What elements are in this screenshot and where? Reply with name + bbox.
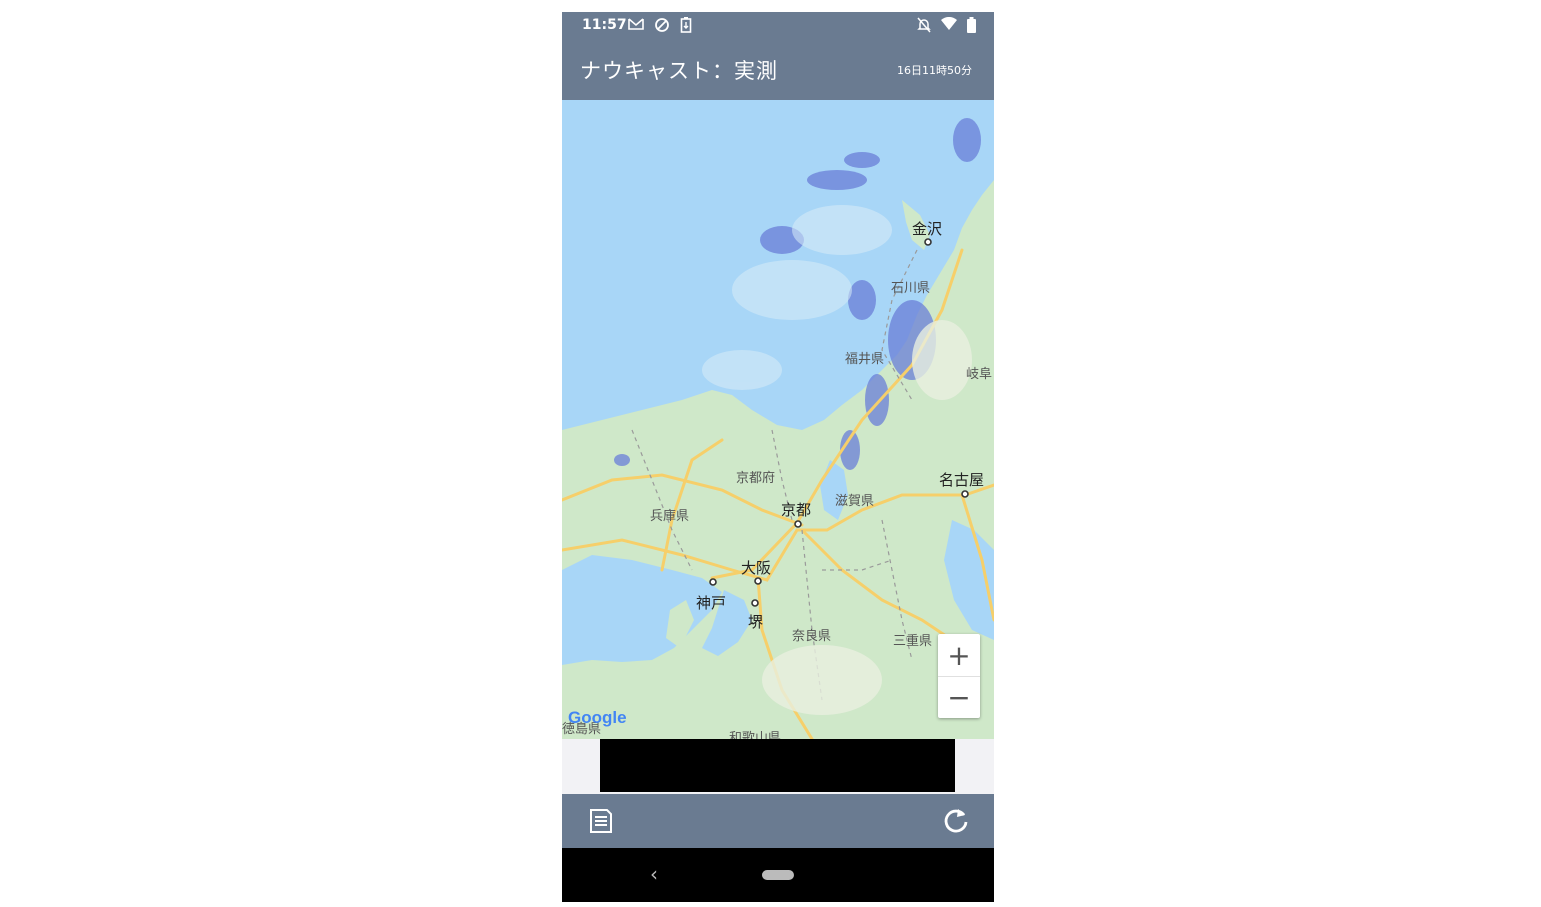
system-nav-bar: ‹ <box>562 848 994 902</box>
google-logo-text: Google <box>568 708 627 727</box>
home-button[interactable] <box>762 870 794 880</box>
mail-icon <box>628 18 644 30</box>
map-label-fukui: 福井県 <box>845 352 885 367</box>
list-icon[interactable] <box>588 808 614 834</box>
map-label-kyotofu: 京都府 <box>736 471 776 486</box>
ad-banner[interactable] <box>600 739 955 792</box>
zoom-control: + − <box>938 634 980 718</box>
rain-radar-map[interactable]: 金沢 石川県 福井県 岐阜 京都府 名古屋 兵庫県 京都 滋賀県 大阪 神戸 堺… <box>562 100 994 739</box>
map-label-mie: 三重県 <box>893 634 933 649</box>
map-label-kanazawa: 金沢 <box>912 220 943 238</box>
zoom-in-button[interactable]: + <box>938 634 980 677</box>
map-label-hyogo: 兵庫県 <box>650 509 690 524</box>
map-label-osaka: 大阪 <box>741 559 772 577</box>
map-label-sakai: 堺 <box>748 613 764 631</box>
zoom-out-button[interactable]: − <box>938 676 980 718</box>
status-time: 11:57 <box>582 17 627 33</box>
status-bar: 11:57 <box>562 12 994 40</box>
map-label-nara: 奈良県 <box>792 629 832 644</box>
map-label-shiga: 滋賀県 <box>835 494 875 509</box>
map-label-kyoto: 京都 <box>781 501 812 519</box>
app-bar: ナウキャスト：実測 16日11時50分 <box>562 40 994 100</box>
phone-screen: 11:57 ナウキャスト：実測 16日11時50分 金沢 石川県 福井県 岐阜 … <box>562 12 994 902</box>
map-label-nagoya: 名古屋 <box>939 471 985 489</box>
map-label-gifu: 岐阜 <box>966 367 993 382</box>
refresh-icon[interactable] <box>942 806 970 834</box>
wifi-icon <box>941 17 957 30</box>
map-label-ishikawa: 石川県 <box>891 281 931 296</box>
battery-icon <box>967 17 976 33</box>
bottom-toolbar <box>562 794 994 848</box>
google-logo: Google <box>568 708 627 728</box>
page-title: ナウキャスト：実測 <box>580 59 778 83</box>
map-label-wakayama: 和歌山県 <box>729 731 782 739</box>
sync-icon <box>655 18 669 32</box>
back-button[interactable]: ‹ <box>650 862 658 886</box>
notifications-off-icon <box>917 17 931 33</box>
observed-time: 16日11時50分 <box>897 64 972 77</box>
map-label-kobe: 神戸 <box>696 594 727 612</box>
ad-area <box>562 739 994 794</box>
battery-saver-icon <box>680 17 692 33</box>
